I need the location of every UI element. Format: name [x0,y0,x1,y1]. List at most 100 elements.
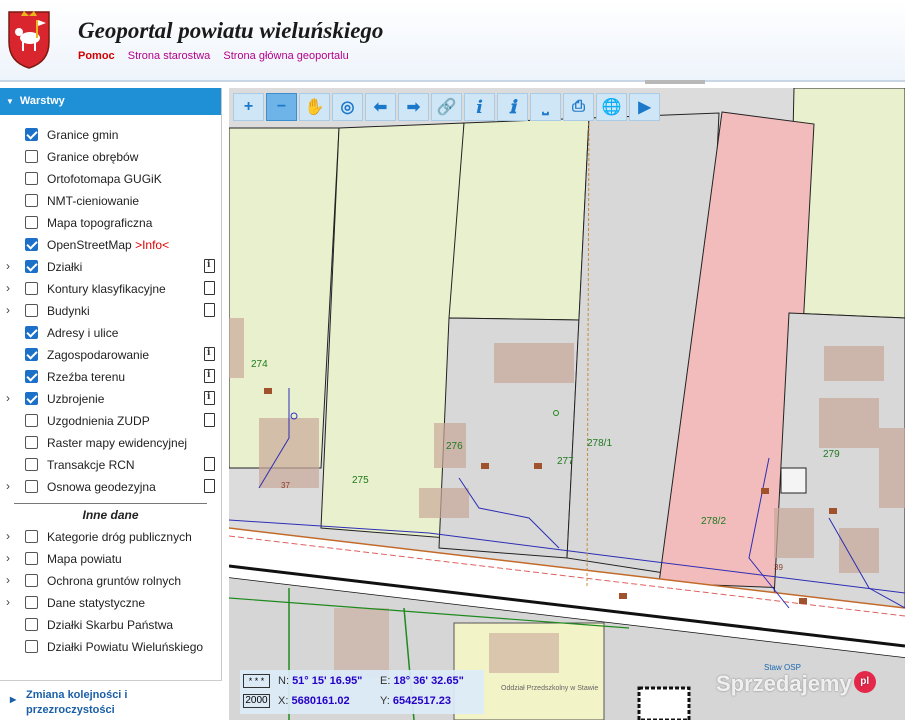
layer-label: Granice obrębów [47,150,138,164]
layer-checkbox[interactable] [25,150,38,163]
layers-panel-header[interactable]: ▼ Warstwy [0,88,221,115]
arrow-forward-button[interactable]: ➡ [398,93,429,121]
help-link[interactable]: Pomoc [78,50,115,62]
expand-chevron-icon[interactable]: › [6,259,10,273]
layer-row-osnowa-geodezyjna[interactable]: › Osnowa geodezyjna [0,476,221,498]
layer-label: Działki Skarbu Państwa [47,618,173,632]
coord-x: X: 5680161.02 [278,695,350,707]
building-number-37: 37 [281,481,290,490]
layer-checkbox[interactable] [25,216,38,229]
camera-button[interactable]: ▶ [629,93,660,121]
measure-button[interactable]: ⎵ [530,93,561,121]
starostwo-link[interactable]: Strona starostwa [128,50,211,62]
layer-checkbox[interactable] [25,574,38,587]
layer-checkbox[interactable] [25,618,38,631]
layer-checkbox[interactable] [25,370,38,383]
pan-hand-button[interactable]: ✋ [299,93,330,121]
zoom-in-button[interactable]: + [233,93,264,121]
layer-doc-icon[interactable] [204,303,215,317]
expand-chevron-icon[interactable]: › [6,551,10,565]
layer-checkbox[interactable] [25,172,38,185]
layer-row-nmt-cieniowanie[interactable]: NMT-cieniowanie [0,190,221,212]
layer-doc-icon[interactable] [204,479,215,493]
layer-row-dane-statystyczne[interactable]: › Dane statystyczne [0,592,221,614]
layer-info-doc-icon[interactable] [204,259,215,273]
layer-row-raster-mapy-ewidencyjnej[interactable]: Raster mapy ewidencyjnej [0,432,221,454]
arrow-back-button[interactable]: ⬅ [365,93,396,121]
layer-checkbox[interactable] [25,436,38,449]
layer-label: Dane statystyczne [47,596,145,610]
main-page-link[interactable]: Strona główna geoportalu [223,50,348,62]
header-scroll-handle[interactable] [645,80,705,84]
layer-row-budynki[interactable]: › Budynki [0,300,221,322]
layer-row-adresy-i-ulice[interactable]: Adresy i ulice [0,322,221,344]
layer-row-dzialki-powiatu-wielunskiego[interactable]: Działki Powiatu Wieluńskiego [0,636,221,658]
print-button[interactable]: ⎙ [563,93,594,121]
layer-row-granice-obrebow[interactable]: Granice obrębów [0,146,221,168]
layer-row-kontury-klasyfikacyjne[interactable]: › Kontury klasyfikacyjne [0,278,221,300]
layer-row-ortofotomapa-gugik[interactable]: Ortofotomapa GUGiK [0,168,221,190]
layer-row-dzialki[interactable]: › Działki [0,256,221,278]
zoom-out-button[interactable]: − [266,93,297,121]
layer-checkbox[interactable] [25,282,38,295]
layer-checkbox[interactable] [25,238,38,251]
layer-row-transakcje-rcn[interactable]: Transakcje RCN [0,454,221,476]
identify-button[interactable]: ℹ [497,93,528,121]
layer-checkbox[interactable] [25,480,38,493]
layer-doc-icon[interactable] [204,413,215,427]
coord-e: E: 18° 36' 32.65" [380,675,464,687]
expand-chevron-icon[interactable]: › [6,529,10,543]
layer-row-ochrona-gruntow-rolnych[interactable]: › Ochrona gruntów rolnych [0,570,221,592]
layer-info-doc-icon[interactable] [204,347,215,361]
layer-checkbox[interactable] [25,530,38,543]
info-button[interactable]: i [464,93,495,121]
layer-row-zagospodarowanie[interactable]: Zagospodarowanie [0,344,221,366]
layer-checkbox[interactable] [25,326,38,339]
layer-checkbox[interactable] [25,194,38,207]
layer-checkbox[interactable] [25,392,38,405]
map-canvas[interactable]: 274 275 276 277 278/1 278/2 279 37 39 St… [229,88,905,720]
layer-row-granice-gmin[interactable]: Granice gmin [0,124,221,146]
layer-checkbox[interactable] [25,304,38,317]
layer-row-uzbrojenie[interactable]: › Uzbrojenie [0,388,221,410]
sidebar: ▼ Warstwy Granice gmin Granice obrębów Orto… [0,88,222,720]
map-view[interactable]: 274 275 276 277 278/1 278/2 279 37 39 St… [229,88,905,720]
layer-checkbox[interactable] [25,414,38,427]
layer-row-openstreetmap[interactable]: OpenStreetMap >Info< [0,234,221,256]
globe-button[interactable]: 🌐 [596,93,627,121]
layer-info-link[interactable]: >Info< [135,238,169,252]
link-button[interactable]: 🔗 [431,93,462,121]
zoom-extent-button[interactable]: ◎ [332,93,363,121]
expand-chevron-icon[interactable]: › [6,303,10,317]
identify-icon: ℹ [509,96,516,118]
layer-info-doc-icon[interactable] [204,369,215,383]
layer-checkbox[interactable] [25,348,38,361]
layer-checkbox[interactable] [25,260,38,273]
layer-checkbox[interactable] [25,640,38,653]
scale-icon[interactable]: * * * [243,674,270,688]
expand-chevron-icon[interactable]: › [6,391,10,405]
layer-checkbox[interactable] [25,552,38,565]
layer-doc-icon[interactable] [204,457,215,471]
layer-row-uzgodnienia-zudp[interactable]: Uzgodnienia ZUDP [0,410,221,432]
layer-label-text: Działki [47,260,83,274]
expand-chevron-icon[interactable]: › [6,479,10,493]
layer-row-dzialki-skarbu-panstwa[interactable]: Działki Skarbu Państwa [0,614,221,636]
layer-row-kategorie-drog-publicznych[interactable]: › Kategorie dróg publicznych [0,526,221,548]
expand-chevron-icon[interactable]: › [6,595,10,609]
other-data-header: Inne dane [82,508,139,522]
layer-label-text: Działki Skarbu Państwa [47,618,174,632]
layer-row-rzezba-terenu[interactable]: Rzeźba terenu [0,366,221,388]
layer-checkbox[interactable] [25,128,38,141]
layer-doc-icon[interactable] [204,281,215,295]
layer-checkbox[interactable] [25,596,38,609]
layer-info-doc-icon[interactable] [204,391,215,405]
scale-value[interactable]: 2000 [243,694,270,708]
order-transparency-panel[interactable]: ▶ Zmiana kolejności i przezroczystości [0,680,222,720]
layer-row-mapa-powiatu[interactable]: › Mapa powiatu [0,548,221,570]
layer-checkbox[interactable] [25,458,38,471]
layer-row-mapa-topograficzna[interactable]: Mapa topograficzna [0,212,221,234]
expand-chevron-icon[interactable]: › [6,281,10,295]
expand-chevron-icon[interactable]: › [6,573,10,587]
building-number-39: 39 [774,563,783,572]
